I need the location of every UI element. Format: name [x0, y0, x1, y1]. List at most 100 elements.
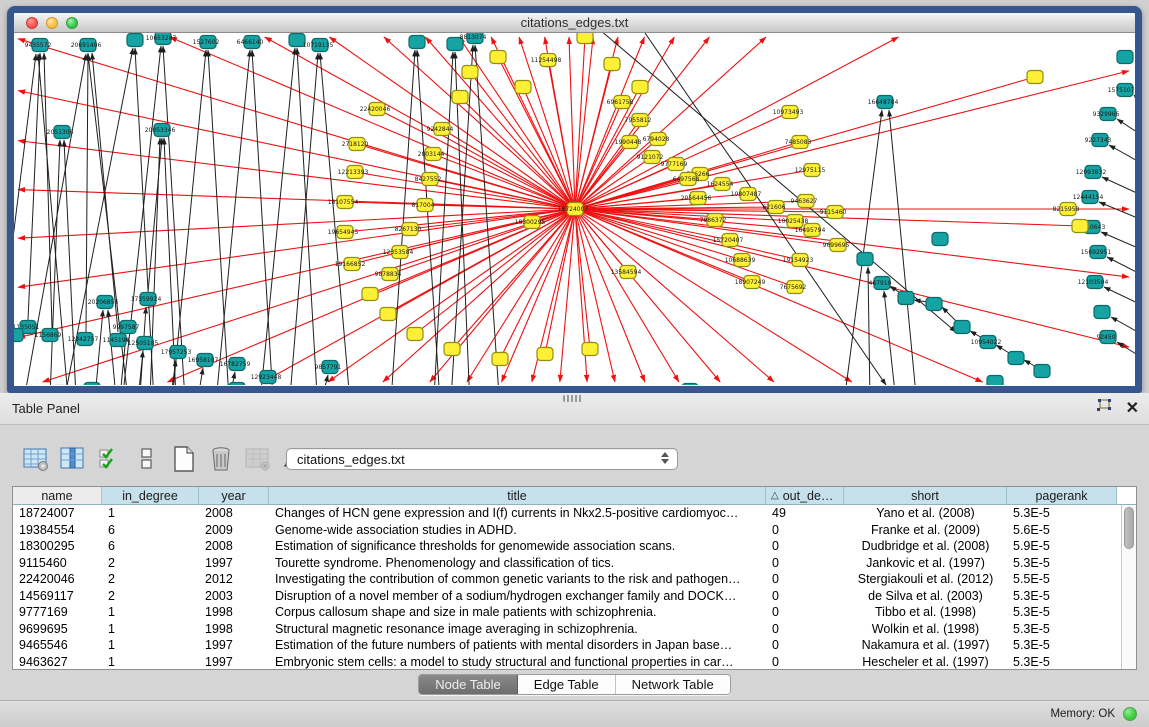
graph-node[interactable]: [857, 253, 873, 266]
edge[interactable]: [1117, 119, 1135, 142]
table-options-icon[interactable]: [22, 445, 50, 473]
graph-node[interactable]: [1094, 306, 1110, 319]
delete-table-icon[interactable]: [207, 445, 235, 473]
edge[interactable]: [1099, 202, 1135, 224]
edge[interactable]: [320, 375, 328, 385]
graph-node[interactable]: [1008, 352, 1024, 365]
table-row[interactable]: 1456911722003Disruption of a novel membe…: [13, 588, 1136, 605]
table-row[interactable]: 946362711997Embryonic stem cells: a mode…: [13, 654, 1136, 671]
graph-node-selected[interactable]: [515, 81, 531, 94]
network-graph-canvas[interactable]: 9435572206914061065328715276026466140107…: [14, 33, 1135, 385]
selected-edge[interactable]: [545, 209, 575, 354]
window-titlebar[interactable]: citations_edges.txt: [14, 13, 1135, 33]
edge[interactable]: [108, 310, 116, 385]
tab-edge-table[interactable]: Edge Table: [518, 675, 616, 694]
scrollbar-thumb[interactable]: [1124, 507, 1134, 549]
edge[interactable]: [50, 140, 60, 385]
cell-pagerank: 5.3E-5: [1007, 556, 1117, 570]
selected-edge[interactable]: [18, 209, 575, 287]
graph-node[interactable]: [932, 233, 948, 246]
graph-node-selected[interactable]: [490, 51, 506, 64]
selected-edge[interactable]: [18, 209, 575, 238]
graph-node-selected[interactable]: [492, 353, 508, 366]
graph-node-selected[interactable]: [362, 288, 378, 301]
graph-node[interactable]: [682, 384, 698, 386]
selected-edge[interactable]: [170, 37, 575, 209]
table-selector-dropdown[interactable]: citations_edges.txt: [286, 448, 678, 470]
table-row[interactable]: 2242004622012Investigating the contribut…: [13, 571, 1136, 588]
edge[interactable]: [884, 291, 896, 385]
table-row[interactable]: 1872400712008Changes of HCN gene express…: [13, 505, 1136, 522]
graph-node-selected[interactable]: [380, 308, 396, 321]
selected-edge[interactable]: [467, 209, 575, 382]
network-view[interactable]: 9435572206914061065328715276026466140107…: [14, 33, 1135, 385]
tab-network-table[interactable]: Network Table: [616, 675, 730, 694]
column-header-name[interactable]: name: [13, 487, 102, 504]
graph-node[interactable]: [987, 376, 1003, 386]
selected-edge[interactable]: [575, 209, 774, 382]
selected-edge[interactable]: [18, 39, 575, 209]
vertical-scrollbar[interactable]: [1121, 505, 1136, 669]
graph-node-selected[interactable]: [444, 343, 460, 356]
table-row[interactable]: 977716911998Corpus callosum shape and si…: [13, 604, 1136, 621]
cell-pagerank: 5.3E-5: [1007, 605, 1117, 619]
column-header-out_degree[interactable]: △out_de…: [766, 487, 844, 504]
edge[interactable]: [845, 110, 882, 385]
graph-node-selected[interactable]: [577, 33, 593, 44]
table-row[interactable]: 1830029562008Estimation of significance …: [13, 538, 1136, 555]
graph-node[interactable]: [409, 36, 425, 49]
graph-node[interactable]: [1034, 365, 1050, 378]
graph-node[interactable]: [229, 383, 245, 386]
graph-node[interactable]: [1117, 51, 1133, 64]
cell-out_degree: 0: [766, 638, 844, 652]
column-header-pagerank[interactable]: pagerank: [1007, 487, 1117, 504]
new-table-icon[interactable]: [170, 445, 198, 473]
graph-node-selected[interactable]: [604, 58, 620, 71]
full-table-mode-icon[interactable]: [133, 445, 161, 473]
graph-node[interactable]: [926, 298, 942, 311]
edge[interactable]: [197, 368, 203, 385]
edge[interactable]: [1109, 145, 1135, 168]
selected-edge[interactable]: [452, 209, 575, 349]
node-label: 9121072: [637, 154, 664, 161]
status-bar: Memory: OK: [0, 700, 1149, 727]
table-row[interactable]: 911546021997Tourette syndrome. Phenomeno…: [13, 555, 1136, 572]
graph-node-selected[interactable]: [462, 66, 478, 79]
column-header-year[interactable]: year: [199, 487, 269, 504]
edge[interactable]: [163, 46, 186, 385]
graph-node[interactable]: [84, 383, 100, 386]
edge[interactable]: [1102, 177, 1135, 200]
graph-node-selected[interactable]: [1072, 220, 1088, 233]
edge[interactable]: [258, 48, 295, 385]
table-row[interactable]: 1938455462009Genome-wide association stu…: [13, 522, 1136, 539]
close-panel-icon[interactable]: ✕: [1126, 400, 1139, 418]
graph-node-selected[interactable]: [632, 81, 648, 94]
column-header-in_degree[interactable]: in_degree: [102, 487, 199, 504]
edge[interactable]: [600, 33, 956, 332]
node-label: 19154923: [783, 257, 814, 264]
graph-node-selected[interactable]: [582, 343, 598, 356]
graph-node-selected[interactable]: [452, 91, 468, 104]
graph-node[interactable]: [898, 292, 914, 305]
float-panel-icon[interactable]: [1096, 399, 1112, 419]
column-visibility-icon[interactable]: [59, 445, 87, 473]
graph-node[interactable]: [14, 329, 23, 342]
graph-node-selected[interactable]: [407, 328, 423, 341]
edge[interactable]: [95, 310, 103, 385]
node-label: 6466140: [237, 39, 264, 46]
selected-edge[interactable]: [575, 209, 800, 260]
edge[interactable]: [1134, 95, 1135, 118]
column-header-title[interactable]: title: [269, 487, 766, 504]
row-selection-mode-icon[interactable]: [96, 445, 124, 473]
graph-node[interactable]: [127, 34, 143, 47]
graph-node-selected[interactable]: [537, 348, 553, 361]
tab-node-table[interactable]: Node Table: [419, 675, 518, 694]
column-header-short[interactable]: short: [844, 487, 1007, 504]
table-row[interactable]: 969969511998Structural magnetic resonanc…: [13, 621, 1136, 638]
table-row[interactable]: 946554611997Estimation of the future num…: [13, 637, 1136, 654]
edge[interactable]: [252, 50, 274, 385]
edge[interactable]: [320, 53, 350, 385]
graph-node-selected[interactable]: [1027, 71, 1043, 84]
splitter-grip[interactable]: [563, 395, 583, 402]
graph-node[interactable]: [954, 321, 970, 334]
